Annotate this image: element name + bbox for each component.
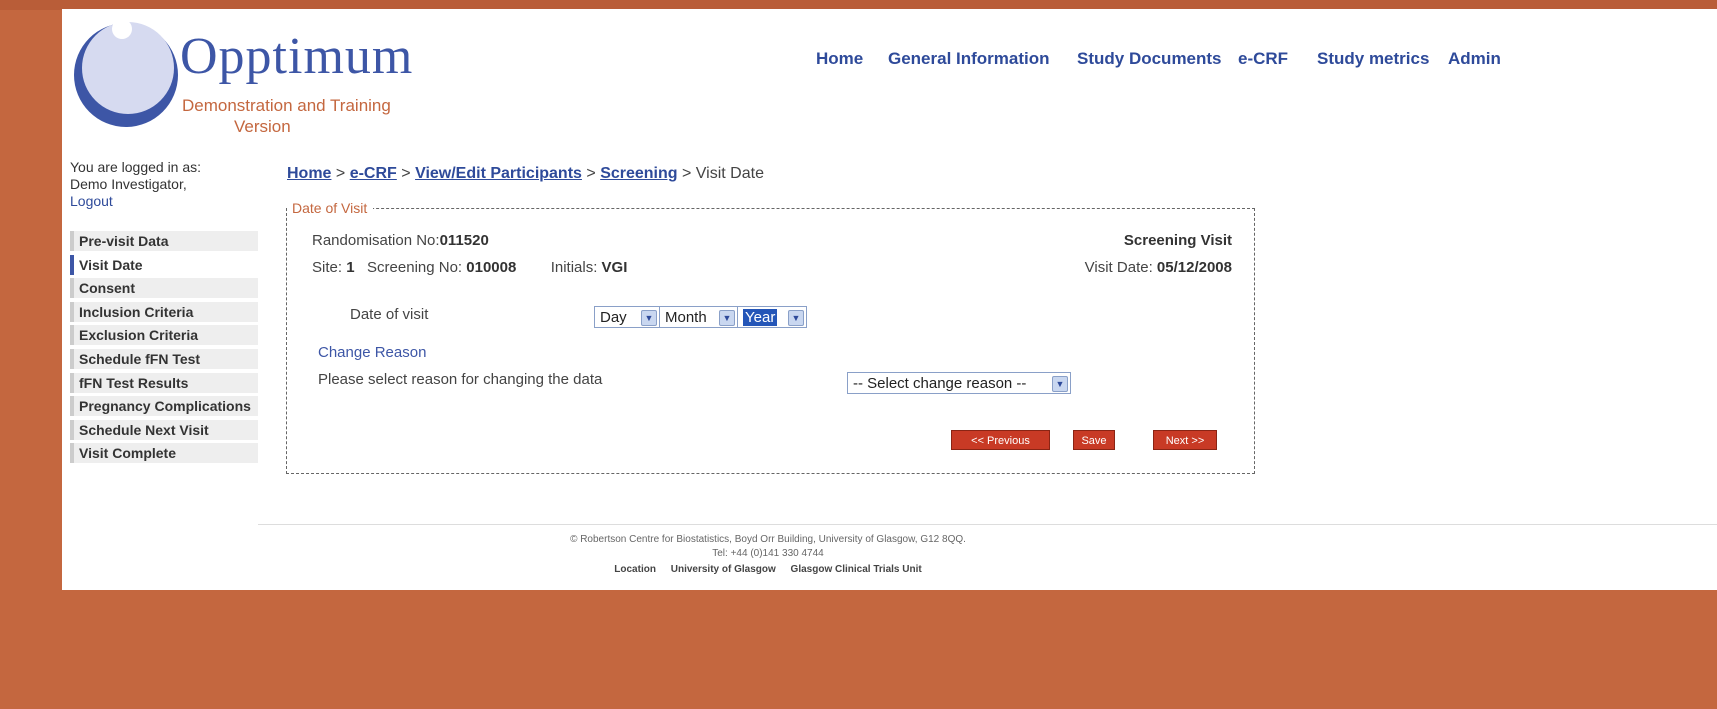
visit-date-value: 05/12/2008	[1156, 259, 1232, 276]
visit-type-value: Screening Visit	[1123, 232, 1232, 249]
sidebar-item-pregnancy-complications[interactable]: Pregnancy Complications	[70, 396, 258, 417]
site-value: 1	[346, 259, 355, 276]
breadcrumb-separator: >	[586, 165, 596, 182]
breadcrumb-ecrf[interactable]: e-CRF	[350, 165, 397, 182]
chevron-down-icon: ▼	[719, 310, 735, 326]
initials-label: Initials:	[550, 259, 598, 276]
footer-divider	[258, 524, 1717, 525]
chevron-down-icon: ▼	[1052, 376, 1068, 392]
month-select-value: Month	[665, 309, 707, 326]
sidebar: Pre-visit Data Visit Date Consent Inclus…	[70, 231, 258, 467]
logo[interactable]: Opptimum Demonstration and Training Vers…	[72, 15, 472, 137]
change-reason-prompt: Please select reason for changing the da…	[318, 371, 603, 388]
sidebar-item-schedule-next-visit[interactable]: Schedule Next Visit	[70, 419, 258, 440]
logo-subtitle-line1: Demonstration and Training	[182, 96, 391, 115]
logout-link[interactable]: Logout	[70, 193, 113, 209]
sidebar-item-consent[interactable]: Consent	[70, 278, 258, 299]
breadcrumb-home[interactable]: Home	[287, 165, 331, 182]
screening-label: Screening No:	[367, 259, 463, 276]
month-select[interactable]: Month ▼	[659, 306, 738, 328]
change-reason-select[interactable]: -- Select change reason -- ▼	[847, 372, 1071, 394]
footer-address: © Robertson Centre for Biostatistics, Bo…	[570, 534, 966, 545]
visit-date-info: Visit Date: 05/12/2008	[1085, 259, 1232, 276]
day-select[interactable]: Day ▼	[594, 306, 660, 328]
sidebar-item-exclusion-criteria[interactable]: Exclusion Criteria	[70, 325, 258, 346]
logo-subtitle-line2: Version	[234, 117, 291, 136]
change-reason-select-value: -- Select change reason --	[853, 375, 1027, 392]
date-of-visit-fieldset: Date of Visit Randomisation No:011520 Sc…	[286, 200, 1255, 474]
breadcrumb-current: Visit Date	[695, 165, 764, 182]
breadcrumb-separator: >	[401, 165, 411, 182]
nav-general-information[interactable]: General Information	[888, 49, 1050, 69]
logo-subtitle: Demonstration and Training Version	[182, 95, 442, 137]
randomisation-label: Randomisation No:	[312, 232, 440, 249]
footer-links: Location University of Glasgow Glasgow C…	[258, 563, 1278, 577]
footer-tel: Tel: +44 (0)141 330 4744	[712, 548, 824, 559]
year-select[interactable]: Year ▼	[737, 306, 807, 328]
login-info: You are logged in as: Demo Investigator,…	[70, 159, 201, 210]
screening-value: 010008	[466, 259, 517, 276]
visit-date-label: Visit Date:	[1084, 259, 1153, 276]
visit-type-heading: Screening Visit	[1124, 232, 1232, 249]
sidebar-item-inclusion-criteria[interactable]: Inclusion Criteria	[70, 301, 258, 322]
date-of-visit-label: Date of visit	[350, 306, 429, 323]
save-button[interactable]: Save	[1073, 430, 1115, 450]
footer: © Robertson Centre for Biostatistics, Bo…	[258, 533, 1278, 577]
breadcrumb: Home > e-CRF > View/Edit Participants > …	[287, 165, 764, 183]
next-button[interactable]: Next >>	[1153, 430, 1217, 450]
chevron-down-icon: ▼	[788, 310, 804, 326]
nav-home[interactable]: Home	[816, 49, 863, 69]
breadcrumb-separator: >	[682, 165, 692, 182]
footer-link-location[interactable]: Location	[614, 564, 656, 575]
nav-admin[interactable]: Admin	[1448, 49, 1501, 69]
sidebar-item-ffn-test-results[interactable]: fFN Test Results	[70, 372, 258, 393]
initials-value: VGI	[601, 259, 628, 276]
sidebar-item-pre-visit-data[interactable]: Pre-visit Data	[70, 231, 258, 251]
breadcrumb-screening[interactable]: Screening	[600, 165, 677, 182]
chevron-down-icon: ▼	[641, 310, 657, 326]
logged-in-label: You are logged in as:	[70, 159, 202, 175]
sidebar-item-visit-complete[interactable]: Visit Complete	[70, 443, 258, 464]
breadcrumb-view-edit-participants[interactable]: View/Edit Participants	[415, 165, 582, 182]
logo-title: Opptimum	[180, 28, 414, 85]
previous-button[interactable]: << Previous	[951, 430, 1050, 450]
nav-study-metrics[interactable]: Study metrics	[1317, 49, 1429, 69]
fieldset-legend: Date of Visit	[287, 200, 374, 216]
day-select-value: Day	[600, 309, 627, 326]
nav-ecrf[interactable]: e-CRF	[1238, 49, 1288, 69]
user-name: Demo Investigator,	[70, 176, 187, 192]
logo-moon-icon	[74, 19, 178, 127]
year-select-value: Year	[743, 309, 778, 326]
footer-link-gctu[interactable]: Glasgow Clinical Trials Unit	[791, 564, 922, 575]
participant-info: Site: 1 Screening No: 010008 Initials: V…	[312, 259, 627, 276]
randomisation-value: 011520	[439, 232, 489, 249]
breadcrumb-separator: >	[335, 165, 346, 182]
page-container: Opptimum Demonstration and Training Vers…	[62, 9, 1717, 590]
randomisation-number: Randomisation No:011520	[312, 232, 489, 249]
nav-study-documents[interactable]: Study Documents	[1077, 49, 1222, 69]
change-reason-heading: Change Reason	[318, 344, 427, 361]
site-label: Site:	[312, 259, 343, 276]
footer-link-university[interactable]: University of Glasgow	[671, 564, 776, 575]
sidebar-item-schedule-ffn-test[interactable]: Schedule fFN Test	[70, 348, 258, 369]
sidebar-item-visit-date[interactable]: Visit Date	[70, 254, 258, 275]
